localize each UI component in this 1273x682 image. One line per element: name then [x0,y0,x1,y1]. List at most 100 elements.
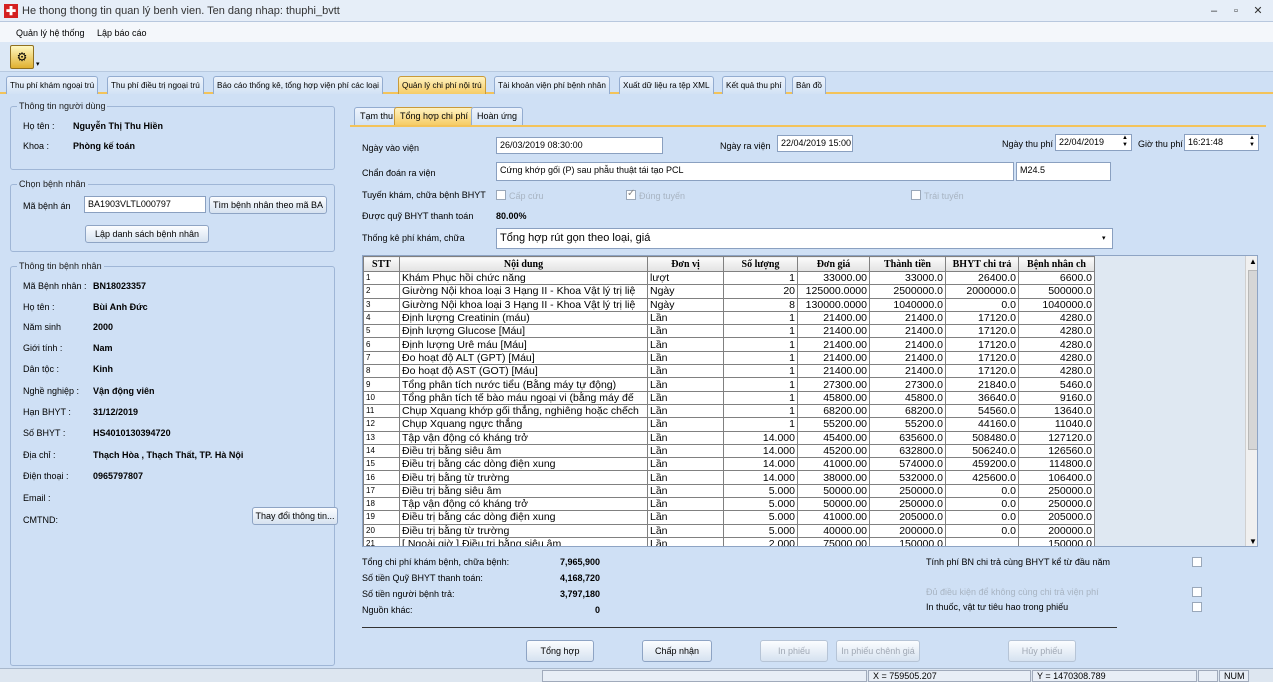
column-header[interactable]: Đơn giá [797,256,870,272]
cancel-receipt-button[interactable]: Hủy phiếu [1008,640,1076,662]
insurance-number-label: Số BHYT : [23,428,66,438]
table-cell: 45800.00 [797,390,870,405]
pay-date-field[interactable]: 22/04/2019 [1055,134,1132,151]
table-row[interactable]: 6 Định lượng Urê máu [Máu] Lần 1 21400.00 214… [363,337,1095,352]
table-cell: 205000.0 [869,510,946,525]
emergency-checkbox[interactable] [496,190,506,200]
table-row[interactable]: 2 Giường Nội khoa loại 3 Hạng II - Khoa V… [363,284,1095,299]
tab-export-xml[interactable]: Xuất dữ liệu ra tệp XML [619,76,714,94]
table-cell: 45400.00 [797,430,870,445]
discharge-date-field[interactable]: 22/04/2019 15:00 [777,135,853,152]
table-cell: 425600.0 [945,470,1019,485]
close-icon[interactable]: ✕ [1250,3,1266,19]
column-header[interactable]: Bệnh nhân ch [1018,256,1095,272]
option-yearly-checkbox[interactable] [1192,557,1202,567]
table-row[interactable]: 9 Tổng phân tích nước tiểu (Bằng máy tự đ… [363,377,1095,392]
wrong-route-checkbox[interactable] [911,190,921,200]
scroll-down-icon[interactable]: ▼ [1246,536,1257,546]
table-row[interactable]: 8 Đo hoạt độ AST (GOT) [Máu] Lần 1 21400.00 2… [363,364,1095,379]
table-row[interactable]: 5 Định lượng Glucose [Máu] Lần 1 21400.00 214… [363,324,1095,339]
tab-reports[interactable]: Báo cáo thống kê, tổng hợp viện phí các … [213,76,383,94]
table-cell: 150000.0 [869,536,946,546]
summarize-button[interactable]: Tổng hợp [526,640,594,662]
table-row[interactable]: 12 Chụp Xquang ngực thẳng Lần 1 55200.00 5520… [363,417,1095,432]
table-cell: 68200.0 [869,403,946,419]
patient-paid: 3,797,180 [560,589,601,599]
diagnosis-field[interactable]: Cứng khớp gối (P) sau phẫu thuật tái tạo… [496,162,1014,181]
table-row[interactable]: 1 Khám Phục hồi chức năng lượt 1 33000.00 330… [363,270,1095,286]
table-row[interactable]: 13 Tập vận động có kháng trở Lần 14.000 4540… [363,430,1095,445]
table-cell: 18 [363,497,400,512]
pay-time-spinner-icon[interactable]: ▲ ▼ [1249,135,1255,149]
patient-name: Bùi Anh Đức [93,302,148,312]
column-header[interactable]: STT [363,256,400,272]
tab-fee-results[interactable]: Kết quả thu phí [722,76,786,94]
option-print-meds-checkbox[interactable] [1192,602,1202,612]
table-cell: Điều trị bằng các dòng điện xung [399,457,648,472]
pay-date-spinner-icon[interactable]: ▲ ▼ [1122,135,1128,149]
subtab-refund[interactable]: Hoàn ứng [471,107,524,125]
accept-button[interactable]: Chấp nhận [642,640,712,662]
table-row[interactable]: 11 Chụp Xquang khớp gối thẳng, nghiêng ho… [363,403,1095,419]
menu-reports[interactable]: Lập báo cáo [97,28,147,38]
pay-time-field[interactable]: 16:21:48 [1184,134,1259,151]
route-label: Tuyến khám, chữa bệnh BHYT [362,190,486,200]
chevron-down-icon[interactable]: ▾ [1102,234,1106,242]
column-header[interactable]: Thành tiền [869,256,946,272]
table-row[interactable]: 17 Điều trị bằng siêu âm Lần 5.000 50000.00 2… [363,483,1095,499]
tab-map[interactable]: Bản đồ [792,76,826,94]
find-by-record-button[interactable]: Tìm bệnh nhân theo mã BA [209,196,327,214]
table-cell: Tổng phân tích tế bào máu ngoại vi (bằng… [399,390,648,405]
tab-patient-accounts[interactable]: Tài khoản viện phí bệnh nhân [494,76,610,94]
print-diff-receipt-button[interactable]: In phiếu chênh giá [836,640,920,662]
menu-system[interactable]: Quản lý hệ thống [16,28,85,38]
table-row[interactable]: 15 Điều trị bằng các dòng điện xung Lần 14.… [363,457,1095,472]
table-row[interactable]: 16 Điều trị bằng từ trường Lần 14.000 38000.… [363,470,1095,485]
diagnosis-code-field[interactable]: M24.5 [1016,162,1111,181]
column-header[interactable]: BHYT chi trả [945,256,1019,272]
minimize-icon[interactable]: – [1206,3,1222,19]
table-row[interactable]: 7 Đo hoạt độ ALT (GPT) [Máu] Lần 1 21400.00 2… [363,350,1095,366]
table-cell: Lần [647,324,724,339]
table-cell: Giường Nội khoa loại 3 Hạng II - Khoa Vậ… [399,297,648,312]
tab-outpatient-treatment[interactable]: Thu phí điều trị ngoại trú [107,76,204,94]
table-cell: Định lượng Creatinin (máu) [399,310,648,326]
column-header[interactable]: Đơn vị [647,256,724,272]
table-row[interactable]: 14 Điều trị bằng siêu âm Lần 14.000 45200.00… [363,443,1095,459]
vertical-scrollbar[interactable]: ▲ ▼ [1245,256,1257,546]
correct-route-checkbox[interactable] [626,188,636,200]
change-info-button[interactable]: Thay đổi thông tin... [252,507,338,525]
tab-inpatient-costs[interactable]: Quản lý chi phí nội trú [398,76,486,94]
left-panel: Thông tin người dùng Họ tên : Nguyễn Thị… [5,96,342,666]
table-cell: 14.000 [723,443,798,459]
print-receipt-button[interactable]: In phiếu [760,640,828,662]
table-row[interactable]: 4 Định lượng Creatinin (máu) Lần 1 21400.00 2… [363,310,1095,326]
table-row[interactable]: 18 Tập vận động có kháng trở Lần 5.000 50000… [363,497,1095,512]
table-row[interactable]: 10 Tổng phân tích tế bào máu ngoại vi (bằ… [363,390,1095,405]
column-header[interactable]: Số lượng [723,256,798,272]
table-cell: 205000.0 [1018,510,1095,525]
record-code-input[interactable]: BA1903VLTL000797 [84,196,206,213]
restore-icon[interactable]: ▫ [1228,3,1244,19]
table-row[interactable]: 19 Điều trị bằng các dòng điện xung Lần 5.0… [363,510,1095,525]
scroll-thumb[interactable] [1248,270,1257,450]
subtab-advance[interactable]: Tạm thu [354,107,400,125]
table-cell: 1 [723,390,798,405]
tools-icon[interactable]: ⚙ [10,45,34,69]
scroll-up-icon[interactable]: ▲ [1246,256,1257,268]
dropdown-arrow-icon[interactable]: ▾ [36,60,40,68]
list-patients-button[interactable]: Lập danh sách bệnh nhân [85,225,209,243]
column-header[interactable]: Nội dung [399,256,648,272]
table-row[interactable]: 21[ Ngoài giờ ] Điều trị bằng siêu âm Lần… [363,536,1095,546]
insurance-paid-label: Số tiền Quỹ BHYT thanh toán: [362,573,483,583]
table-cell: 2500000.0 [869,284,946,299]
admit-date-field[interactable]: 26/03/2019 08:30:00 [496,137,663,154]
tab-outpatient-exam[interactable]: Thu phí khám ngoại trú [6,76,99,94]
option-exempt-checkbox[interactable] [1192,587,1202,597]
stat-select[interactable]: Tổng hợp rút gọn theo loại, giá [496,228,1113,249]
subtab-cost-summary[interactable]: Tổng hợp chi phí [394,107,474,125]
table-row[interactable]: 20 Điều trị bằng từ trường Lần 5.000 40000.0… [363,523,1095,538]
table-cell: Lần [647,390,724,405]
table-row[interactable]: 3 Giường Nội khoa loại 3 Hạng II - Khoa V… [363,297,1095,312]
phone: 0965797807 [93,471,144,481]
